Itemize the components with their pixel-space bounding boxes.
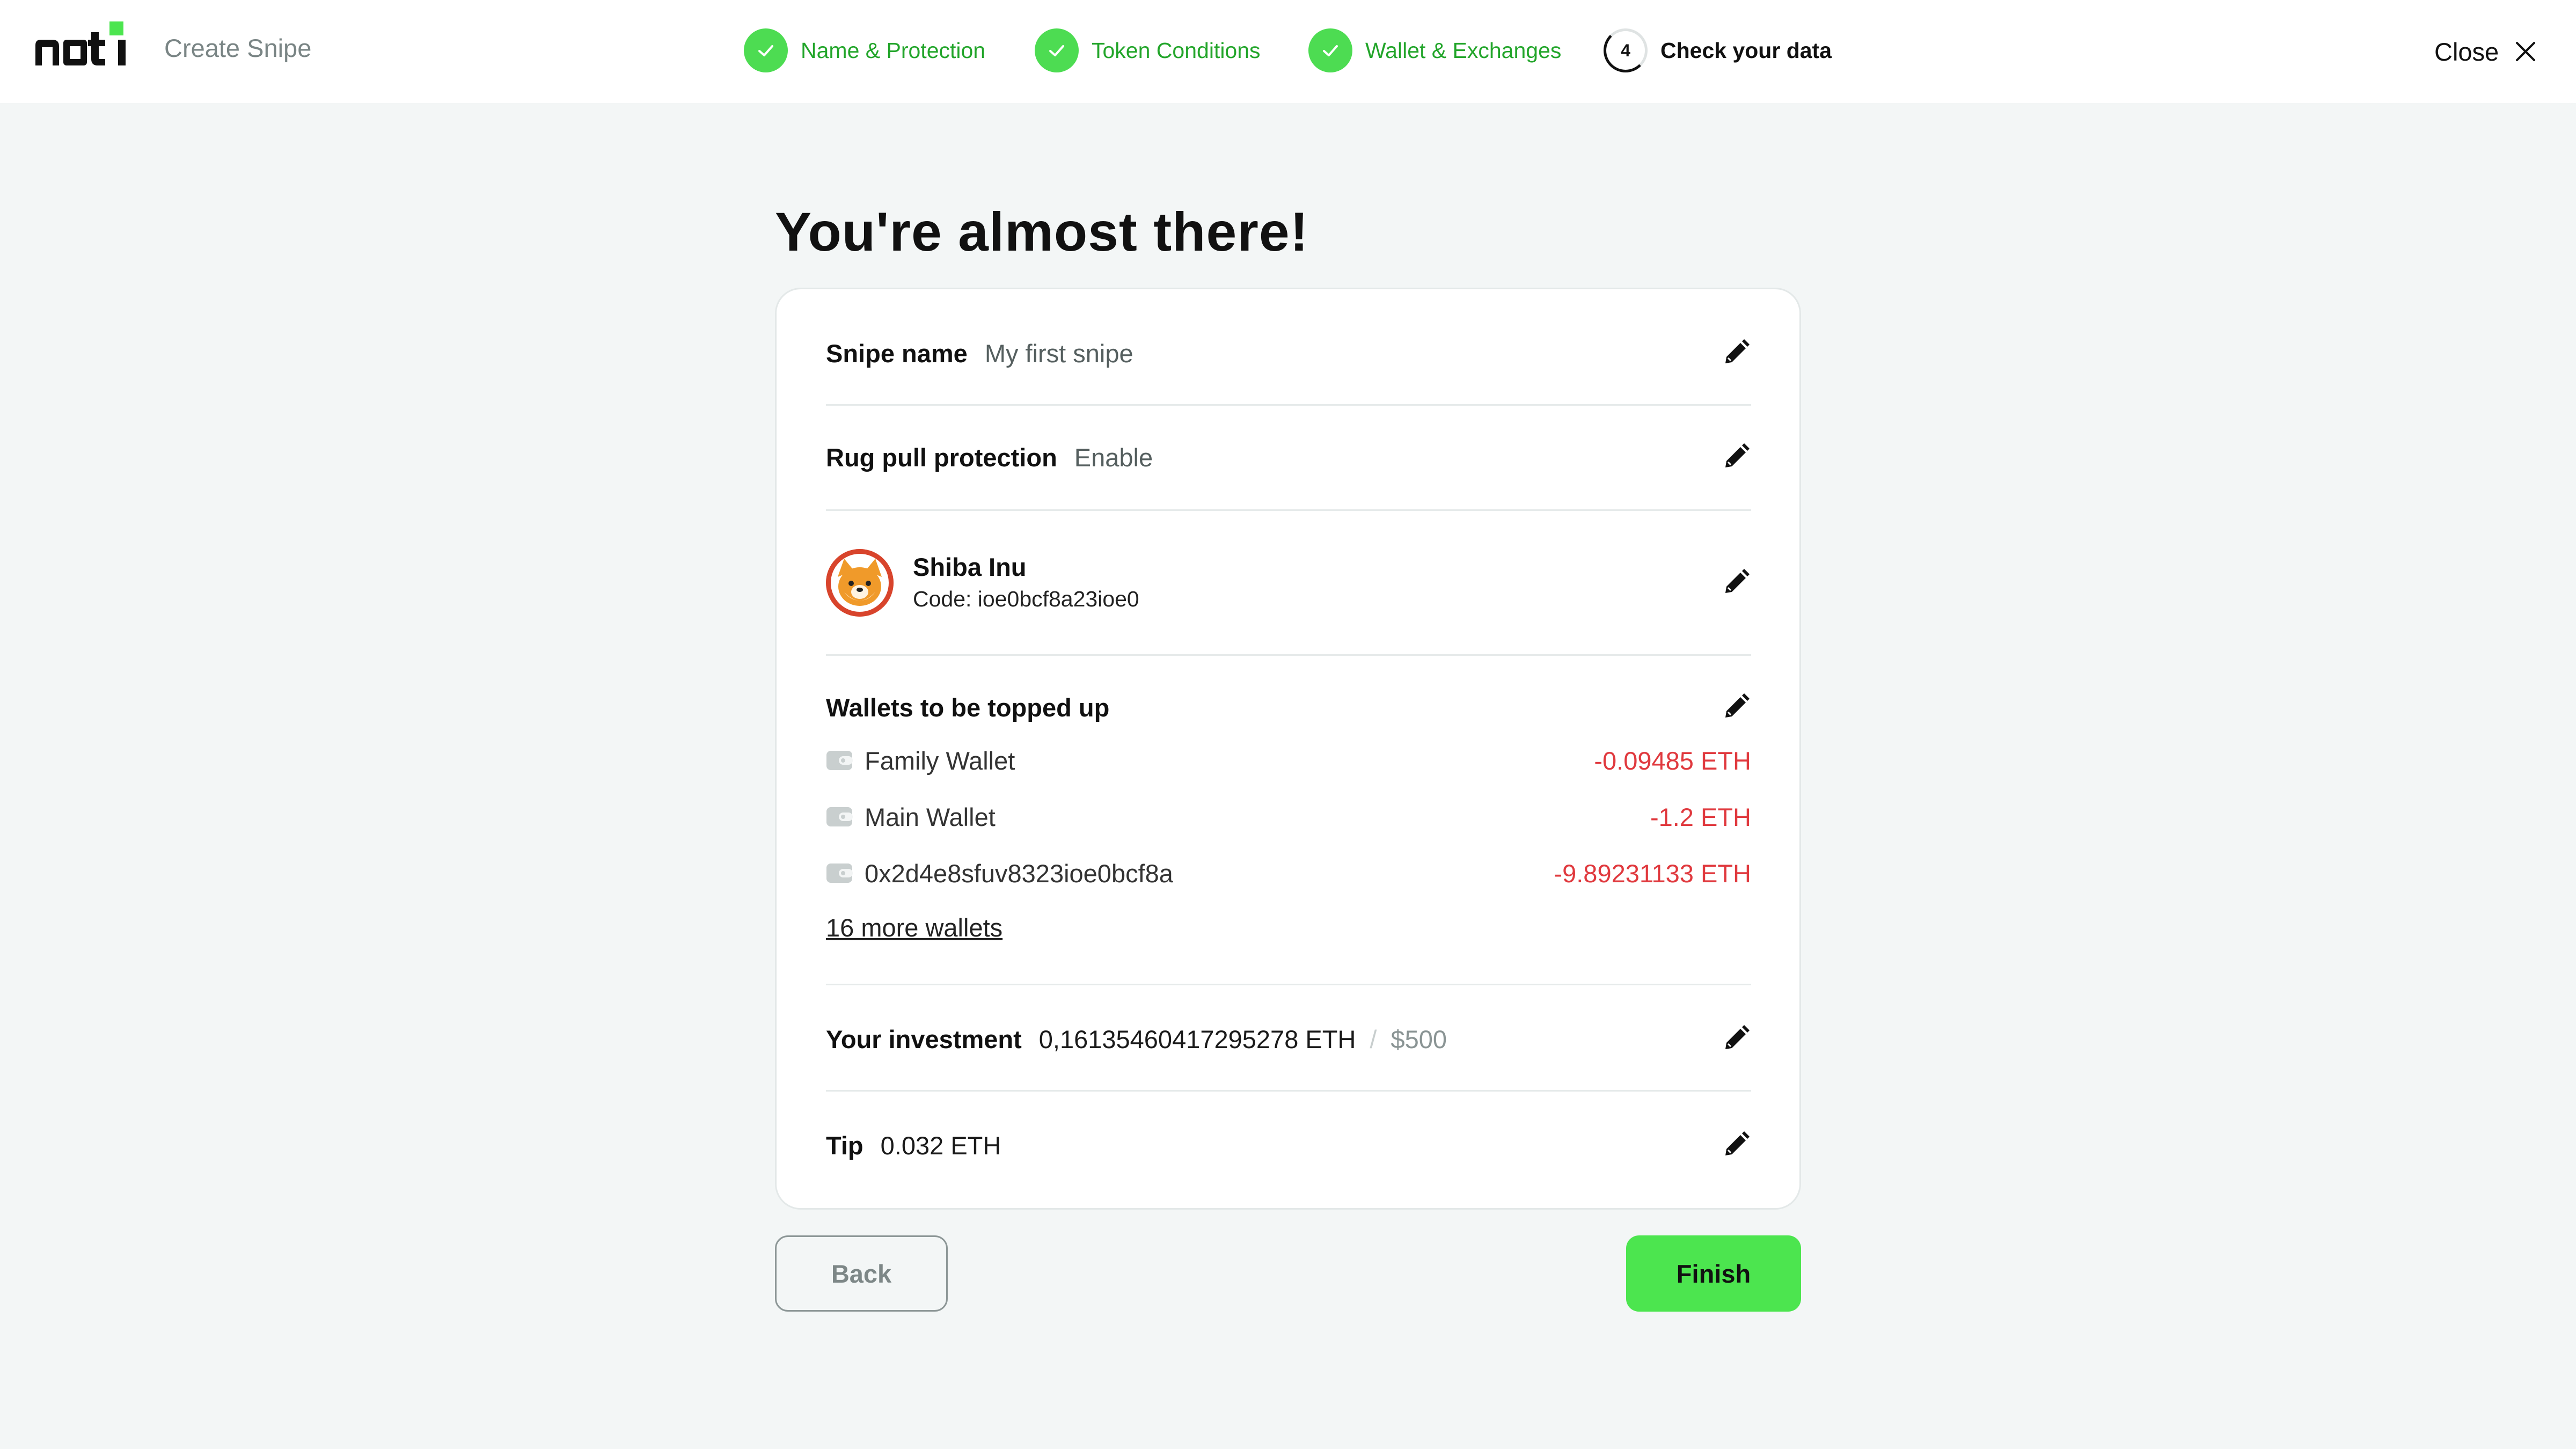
snipe-name-label: Snipe name <box>826 339 968 368</box>
close-icon <box>2516 42 2536 61</box>
wallet-icon <box>826 751 853 770</box>
separator: / <box>1370 1024 1377 1053</box>
back-button[interactable]: Back <box>775 1235 948 1312</box>
token-row: Shiba Inu Code: ioe0bcf8a23ioe0 <box>826 549 1751 619</box>
wallet-name: Main Wallet <box>865 802 996 831</box>
snipe-name-row: Snipe name My first snipe <box>826 334 1751 372</box>
app-title: Create Snipe <box>164 34 312 62</box>
divider <box>826 509 1751 511</box>
wallet-list-item: Family Wallet -0.09485 ETH <box>826 744 1751 777</box>
noti-logo <box>35 21 126 65</box>
token-name: Shiba Inu <box>913 553 1027 581</box>
page-title: You're almost there! <box>775 201 1309 262</box>
step-wallet-exchanges[interactable]: Wallet & Exchanges <box>1308 28 1561 73</box>
step-label: Token Conditions <box>1092 38 1261 63</box>
pencil-icon[interactable] <box>1721 567 1751 597</box>
investment-label: Your investment <box>826 1024 1022 1053</box>
snipe-name-value: My first snipe <box>984 339 1133 368</box>
token-code: Code: ioe0bcf8a23ioe0 <box>913 587 1139 611</box>
investment-row: Your investment 0,16135460417295278 ETH … <box>826 1020 1751 1058</box>
pencil-icon[interactable] <box>1721 1023 1751 1053</box>
wallet-icon <box>826 863 853 883</box>
wallet-list-item: 0x2d4e8sfuv8323ioe0bcf8a -9.89231133 ETH <box>826 857 1751 889</box>
tip-label: Tip <box>826 1131 863 1160</box>
wallets-title: Wallets to be topped up <box>826 693 1110 722</box>
pencil-icon[interactable] <box>1721 1130 1751 1160</box>
divider <box>826 1090 1751 1092</box>
step-label: Wallet & Exchanges <box>1365 38 1562 63</box>
wallets-section: Wallets to be topped up Family Wallet -0… <box>826 689 1751 957</box>
rug-pull-value: Enable <box>1074 443 1153 472</box>
wallet-list-item: Main Wallet -1.2 ETH <box>826 801 1751 833</box>
check-icon <box>1308 28 1352 72</box>
divider <box>826 984 1751 985</box>
step-label: Check your data <box>1660 38 1832 63</box>
wallet-name: 0x2d4e8sfuv8323ioe0bcf8a <box>865 859 1173 888</box>
step-name-protection[interactable]: Name & Protection <box>744 28 985 73</box>
divider <box>826 654 1751 656</box>
more-wallets-link[interactable]: 16 more wallets <box>826 913 1002 942</box>
wallet-icon <box>826 807 853 826</box>
tip-value: 0.032 ETH <box>880 1131 1001 1160</box>
shiba-inu-avatar <box>826 549 894 617</box>
step-label: Name & Protection <box>801 38 986 63</box>
summary-card: Snipe name My first snipe Rug pull prote… <box>775 288 1801 1210</box>
rug-pull-label: Rug pull protection <box>826 443 1057 472</box>
wallet-amount: -9.89231133 ETH <box>1554 859 1751 888</box>
pencil-icon[interactable] <box>1721 442 1751 472</box>
check-icon <box>1035 28 1079 72</box>
close-label: Close <box>2434 37 2499 66</box>
divider <box>826 404 1751 406</box>
rug-pull-row: Rug pull protection Enable <box>826 438 1751 476</box>
pencil-icon[interactable] <box>1721 338 1751 368</box>
investment-usd: $500 <box>1391 1024 1447 1053</box>
step-check-data[interactable]: 4 Check your data <box>1604 28 1832 73</box>
top-bar: Create Snipe Name & Protection Token Con… <box>0 0 2576 103</box>
step-number-badge: 4 <box>1604 28 1648 72</box>
pencil-icon[interactable] <box>1721 692 1751 722</box>
wallet-amount: -0.09485 ETH <box>1594 746 1751 775</box>
wallet-amount: -1.2 ETH <box>1650 802 1751 831</box>
tip-row: Tip 0.032 ETH <box>826 1126 1751 1164</box>
investment-eth: 0,16135460417295278 ETH <box>1038 1024 1356 1053</box>
finish-button[interactable]: Finish <box>1626 1235 1801 1312</box>
close-button[interactable]: Close <box>2434 34 2537 69</box>
step-token-conditions[interactable]: Token Conditions <box>1035 28 1261 73</box>
wallet-name: Family Wallet <box>865 746 1015 775</box>
check-icon <box>744 28 788 72</box>
